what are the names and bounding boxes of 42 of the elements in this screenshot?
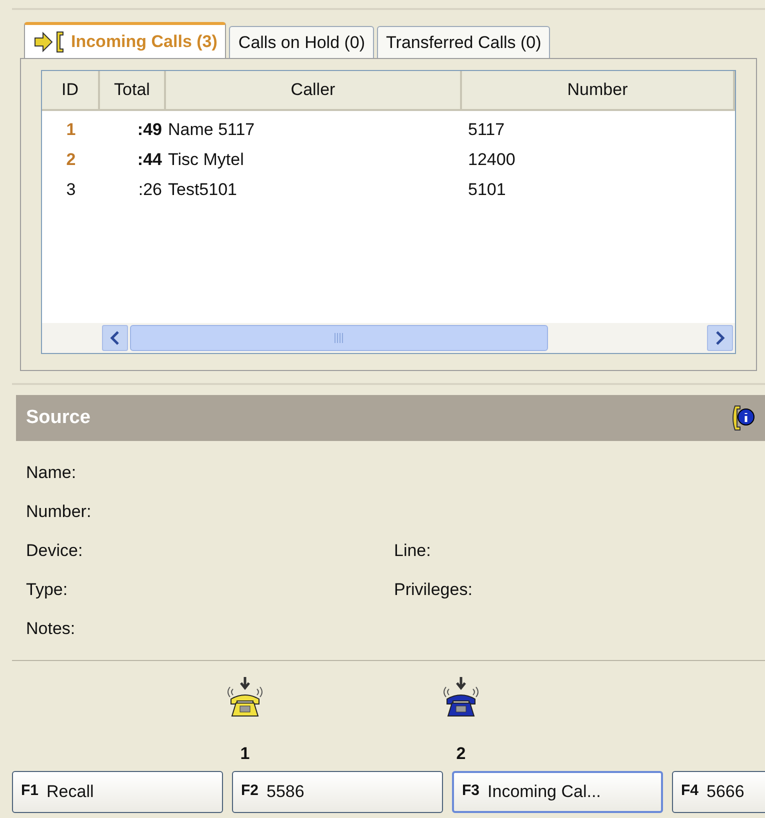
field-label: Type: — [26, 578, 69, 601]
function-key-button[interactable]: F1 Recall — [12, 770, 223, 812]
table-cell-text: :26 — [137, 179, 163, 202]
source-title: Source — [26, 406, 90, 430]
function-key-button[interactable]: F3 Incoming Cal... — [452, 770, 663, 812]
column-header[interactable]: Number — [462, 71, 735, 111]
call-row[interactable]: 2 :44 Tisc Mytel 12400 — [42, 145, 735, 175]
table-cell-text: Name 5117 — [167, 119, 256, 142]
horizontal-scrollbar[interactable] — [42, 323, 735, 353]
field-label: Notes: — [26, 618, 76, 640]
line-number: 1 — [240, 743, 250, 765]
chevron-right-icon — [715, 331, 725, 345]
column-header[interactable]: Caller — [166, 71, 462, 111]
field-label: Number: — [26, 500, 92, 523]
tab[interactable]: Transferred Calls (0) — [377, 26, 550, 58]
table-cell-text: Tisc Mytel — [167, 149, 245, 172]
line-number: 2 — [456, 743, 466, 765]
grip-icon — [334, 333, 344, 343]
table-cell-text: 12400 — [467, 149, 516, 172]
scroll-left-button[interactable] — [102, 325, 128, 351]
chevron-left-icon — [110, 331, 120, 345]
function-key-button[interactable]: F4 5666 — [672, 770, 765, 812]
column-header[interactable]: ID — [42, 71, 100, 111]
table-cell-text: 5117 — [467, 119, 506, 142]
table-cell-text: Test5101 — [167, 179, 238, 202]
call-row[interactable]: 1 :49 Name 5117 5117 — [42, 115, 735, 145]
field-label: Line: — [394, 540, 431, 562]
field-label: Device: — [26, 540, 84, 562]
table-cell-text: :44 — [136, 149, 163, 172]
table-cell-text: 3 — [65, 179, 77, 202]
scroll-thumb[interactable] — [130, 325, 548, 351]
tab[interactable]: Calls on Hold (0) — [229, 26, 374, 58]
column-header[interactable]: Total — [100, 71, 166, 111]
function-key-button[interactable]: F2 5586 — [232, 770, 443, 812]
table-cell-text: 5101 — [467, 179, 507, 202]
field-label: Name: — [26, 462, 78, 484]
call-row[interactable]: 3 :26 Test5101 5101 — [42, 175, 735, 205]
field-label: Privileges: — [394, 578, 472, 601]
table-cell-text: 1 — [65, 119, 77, 142]
table-cell-text: :49 — [136, 119, 163, 142]
scroll-right-button[interactable] — [707, 325, 733, 351]
table-cell-text: 2 — [65, 149, 77, 172]
